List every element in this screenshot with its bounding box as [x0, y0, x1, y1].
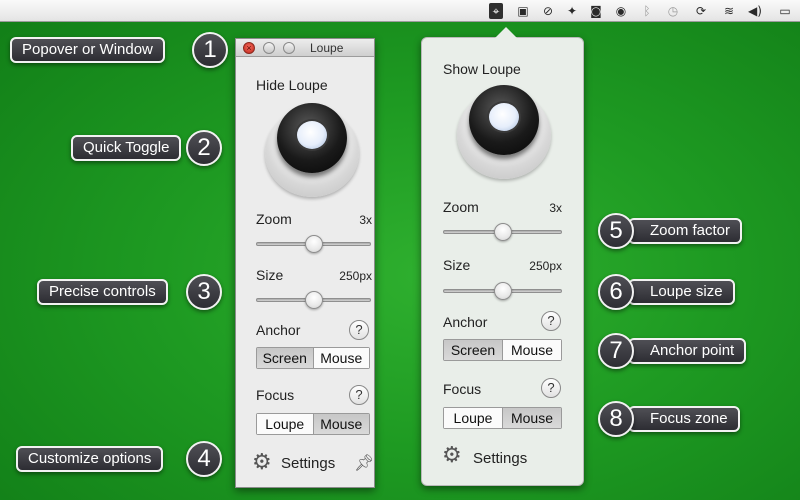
callout-precise-controls: Precise controls 3 — [37, 274, 224, 310]
callout-label: Popover or Window — [10, 37, 165, 63]
zoom-slider[interactable] — [443, 223, 562, 241]
minimize-icon — [263, 42, 275, 54]
anchor-segmented-control: Screen Mouse — [443, 339, 562, 361]
dropbox-icon[interactable]: ✦ — [565, 3, 579, 19]
focus-option-mouse[interactable]: Mouse — [312, 414, 369, 434]
knob-lens — [487, 101, 521, 133]
focus-label: Focus — [256, 387, 295, 403]
size-slider[interactable] — [256, 291, 371, 309]
anchor-option-screen[interactable]: Screen — [257, 348, 313, 368]
callout-label: Customize options — [16, 446, 164, 472]
zoom-slider[interactable] — [256, 235, 371, 253]
focus-option-loupe[interactable]: Loupe — [444, 408, 502, 428]
popover-arrow — [494, 27, 518, 39]
loupe-icon[interactable]: ⌖ — [489, 3, 503, 19]
settings-button[interactable]: Settings — [473, 450, 527, 467]
anchor-segmented-control: Screen Mouse — [256, 347, 370, 369]
callout-quick-toggle: Quick Toggle 2 — [71, 130, 224, 166]
callout-popover-or-window: Popover or Window 1 — [10, 32, 228, 68]
callout-label: Quick Toggle — [71, 135, 182, 161]
close-icon[interactable]: × — [243, 42, 255, 54]
pin-icon[interactable]: 📌︎ — [354, 452, 374, 474]
gear-icon[interactable]: ⚙ — [442, 445, 462, 467]
menu-bar: ⌖ ▣ ⊘ ✦ ◙ ◉ ᛒ ◷ ⟳ ≋ ◀) ▭ — [0, 0, 800, 22]
anchor-option-mouse[interactable]: Mouse — [312, 348, 369, 368]
callout-label: Focus zone — [628, 406, 740, 432]
callout-customize-options: Customize options 4 — [16, 441, 224, 477]
battery-icon[interactable]: ▭ — [778, 3, 792, 19]
callout-label: Anchor point — [628, 338, 747, 364]
callout-number: 6 — [598, 274, 634, 310]
focus-help-button[interactable]: ? — [541, 378, 561, 398]
callout-loupe-size: Loupe size 6 — [598, 274, 758, 310]
time-machine-icon[interactable]: ◷ — [666, 3, 680, 19]
zoom-label: Zoom — [256, 211, 292, 227]
callout-label: Loupe size — [628, 279, 735, 305]
anchor-label: Anchor — [256, 322, 301, 338]
callout-number: 7 — [598, 333, 634, 369]
callout-number: 4 — [186, 441, 222, 477]
screen-icon[interactable]: ▣ — [516, 3, 530, 19]
anchor-option-mouse[interactable]: Mouse — [502, 340, 561, 360]
focus-option-loupe[interactable]: Loupe — [257, 414, 313, 434]
zoom-window-icon — [283, 42, 295, 54]
callout-zoom-factor: Zoom factor 5 — [598, 213, 768, 249]
anchor-help-button[interactable]: ? — [349, 320, 369, 340]
size-label: Size — [443, 257, 471, 273]
volume-icon[interactable]: ◀) — [748, 3, 762, 19]
no-entry-icon[interactable]: ⊘ — [541, 3, 555, 19]
toggle-label: Show Loupe — [443, 61, 521, 77]
slider-thumb[interactable] — [493, 282, 512, 300]
callout-anchor-point: Anchor point 7 — [598, 333, 770, 369]
anchor-help-button[interactable]: ? — [541, 311, 561, 331]
zoom-value: 3x — [549, 201, 562, 215]
callout-number: 8 — [598, 401, 634, 437]
callout-label: Precise controls — [37, 279, 168, 305]
gear-icon[interactable]: ⚙ — [252, 452, 272, 474]
focus-label: Focus — [443, 381, 482, 397]
slider-thumb[interactable] — [304, 291, 323, 309]
slider-thumb[interactable] — [493, 223, 512, 241]
loupe-toggle-button[interactable] — [457, 85, 551, 179]
settings-button[interactable]: Settings — [281, 455, 335, 472]
toggle-label: Hide Loupe — [256, 77, 328, 93]
knob-lens — [295, 119, 329, 151]
loupe-toggle-button[interactable] — [265, 103, 359, 197]
wifi-icon[interactable]: ≋ — [722, 3, 736, 19]
focus-segmented-control: Loupe Mouse — [256, 413, 370, 435]
anchor-label: Anchor — [443, 314, 488, 330]
zoom-value: 3x — [359, 213, 372, 227]
loupe-window: × Loupe Hide Loupe Zoom 3x Size 250px An… — [235, 38, 375, 488]
camera-icon[interactable]: ◙ — [589, 3, 603, 19]
window-titlebar[interactable]: × Loupe — [236, 39, 374, 57]
size-value: 250px — [529, 259, 562, 273]
callout-number: 1 — [192, 32, 228, 68]
loupe-popover: Show Loupe Zoom 3x Size 250px Anchor ? S… — [421, 27, 584, 486]
size-value: 250px — [339, 269, 372, 283]
focus-segmented-control: Loupe Mouse — [443, 407, 562, 429]
callout-number: 2 — [186, 130, 222, 166]
bluetooth-icon[interactable]: ᛒ — [640, 3, 654, 19]
sync-icon[interactable]: ⟳ — [694, 3, 708, 19]
anchor-option-screen[interactable]: Screen — [444, 340, 502, 360]
zoom-label: Zoom — [443, 199, 479, 215]
size-slider[interactable] — [443, 282, 562, 300]
size-label: Size — [256, 267, 284, 283]
focus-option-mouse[interactable]: Mouse — [502, 408, 561, 428]
window-title: Loupe — [310, 41, 344, 55]
slider-thumb[interactable] — [304, 235, 323, 253]
callout-number: 5 — [598, 213, 634, 249]
record-icon[interactable]: ◉ — [614, 3, 628, 19]
callout-number: 3 — [186, 274, 222, 310]
callout-label: Zoom factor — [628, 218, 743, 244]
callout-focus-zone: Focus zone 8 — [598, 401, 768, 437]
focus-help-button[interactable]: ? — [349, 385, 369, 405]
